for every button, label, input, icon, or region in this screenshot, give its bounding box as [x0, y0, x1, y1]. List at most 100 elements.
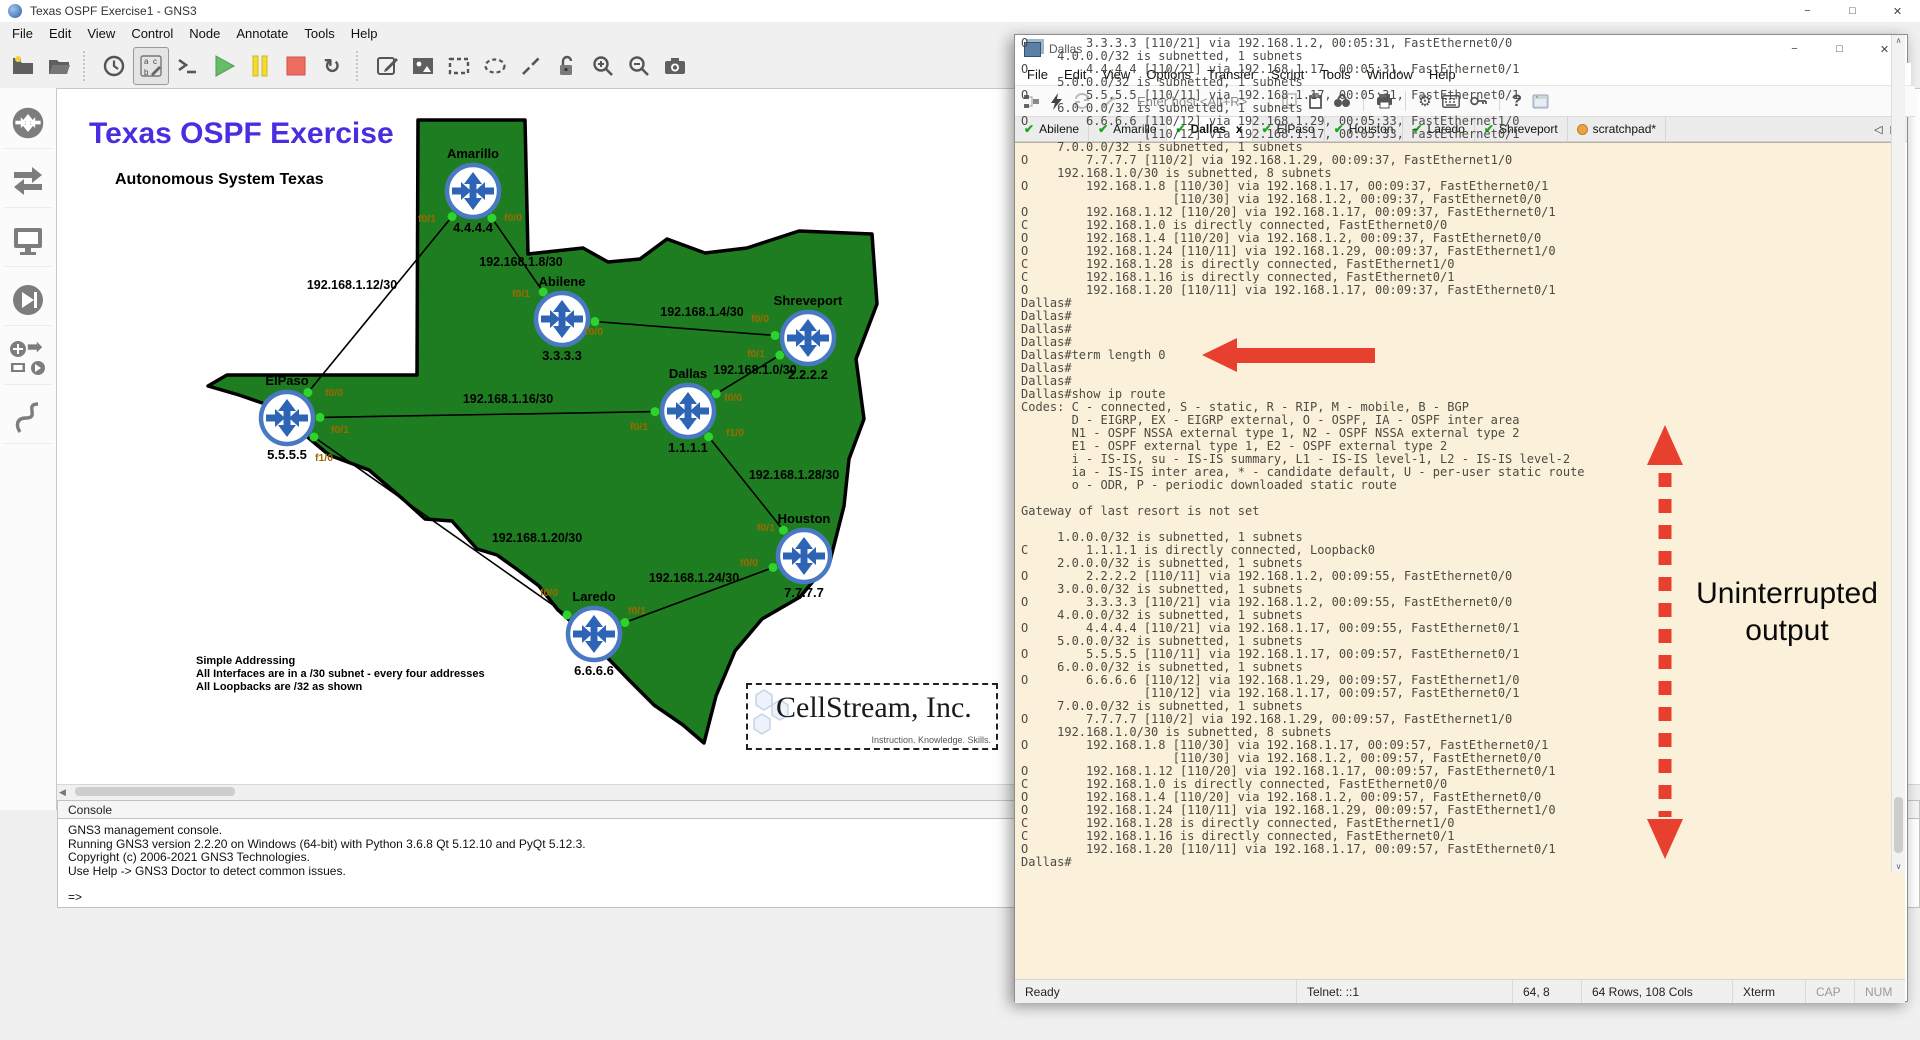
minimize-button[interactable]: − [1785, 0, 1830, 22]
canvas-title: Texas OSPF Exercise [89, 117, 394, 151]
router-gray-icon [10, 105, 46, 141]
router-shreveport[interactable] [782, 312, 834, 364]
zoom-out-button[interactable] [622, 48, 656, 84]
console-to-all-button[interactable] [171, 48, 205, 84]
router-loopback: 2.2.2.2 [788, 367, 828, 382]
interface-label: f0/0 [751, 313, 769, 325]
all-devices-icon [8, 339, 48, 379]
link-status-dot [303, 388, 312, 397]
browse-routers-button[interactable] [4, 98, 52, 149]
status-cursor-position: 64, 8 [1512, 980, 1581, 1003]
add-note-button[interactable] [370, 48, 404, 84]
suspend-all-button[interactable] [243, 48, 277, 84]
interface-label: f0/0 [540, 587, 558, 599]
minimize-button[interactable]: − [1772, 35, 1817, 63]
draw-line-button[interactable] [514, 48, 548, 84]
terminal-screen[interactable]: O 3.3.3.3 [110/21] via 192.168.1.2, 00:0… [1015, 142, 1905, 979]
browse-end-devices-button[interactable] [4, 216, 52, 267]
browse-switches-button[interactable] [4, 157, 52, 208]
gns3-menu-item[interactable]: Edit [41, 24, 79, 43]
router-dallas[interactable] [662, 385, 714, 437]
router-abilene[interactable] [536, 293, 588, 345]
snapshots-button[interactable] [97, 48, 131, 84]
gns3-menu-item[interactable]: File [4, 24, 41, 43]
link-status-dot [779, 526, 788, 535]
interface-label: f0/1 [757, 522, 775, 534]
link-status-dot [769, 563, 778, 572]
router-loopback: 4.4.4.4 [453, 220, 494, 235]
screenshot-button[interactable] [658, 48, 692, 84]
gns3-window-controls: − □ ✕ [1785, 0, 1920, 22]
terminal-statusbar: Ready Telnet: ::1 64, 8 64 Rows, 108 Col… [1015, 979, 1905, 1003]
interface-label: f0/0 [325, 387, 343, 399]
interface-label: f1/0 [726, 427, 744, 439]
tab-prev-icon[interactable]: ◁ [1874, 123, 1882, 136]
gns3-menu-item[interactable]: Help [343, 24, 386, 43]
gns3-menu-item[interactable]: Node [181, 24, 228, 43]
reload-all-button[interactable]: ↻ [315, 48, 349, 84]
scroll-down-icon[interactable]: ∨ [1892, 862, 1905, 871]
scroll-left-icon[interactable]: ◀ [59, 785, 66, 799]
clock-icon [102, 54, 126, 78]
router-amarillo[interactable] [447, 165, 499, 217]
logo-tagline: Instruction. Knowledge. Skills. [871, 735, 991, 745]
cellstream-logo[interactable]: CellStream, Inc. Instruction. Knowledge.… [746, 683, 998, 750]
router-laredo[interactable] [568, 608, 620, 660]
gns3-titlebar: Texas OSPF Exercise1 - GNS3 − □ ✕ [0, 0, 1920, 23]
link-status-dot [620, 618, 629, 627]
scrollbar-thumb[interactable] [75, 787, 235, 796]
interface-label: f0/0 [740, 557, 758, 569]
interface-label: f0/1 [630, 421, 648, 433]
toolbar-separator [356, 51, 363, 81]
scrollbar-thumb[interactable] [1894, 797, 1903, 853]
open-recent-project-button[interactable] [6, 48, 40, 84]
link-subnet-label: 192.168.1.28/30 [749, 468, 839, 482]
router-hostname: Dallas [669, 366, 707, 381]
maximize-button[interactable]: □ [1817, 35, 1862, 63]
add-link-button[interactable] [4, 393, 52, 444]
close-button[interactable]: ✕ [1875, 0, 1920, 22]
link-subnet-label: 192.168.1.24/30 [649, 571, 739, 585]
toolbar-separator [83, 51, 90, 81]
router-elpaso[interactable] [261, 392, 313, 444]
zoom-in-button[interactable] [586, 48, 620, 84]
svg-text:c: c [153, 57, 157, 66]
browse-security-devices-button[interactable] [4, 275, 52, 326]
gns3-menu-item[interactable]: Annotate [228, 24, 296, 43]
draw-rectangle-button[interactable] [442, 48, 476, 84]
stop-icon [284, 54, 308, 78]
link-status-dot [651, 407, 660, 416]
maximize-button[interactable]: □ [1830, 0, 1875, 22]
lock-unlock-button[interactable] [550, 48, 584, 84]
gns3-menu-item[interactable]: View [79, 24, 123, 43]
interface-label: f0/1 [747, 348, 765, 360]
zoom-out-icon [627, 54, 651, 78]
status-ready: Ready [1015, 980, 1296, 1003]
abc-labels-icon: acb [138, 53, 164, 79]
link-status-dot [590, 317, 599, 326]
gns3-menu-item[interactable]: Control [123, 24, 181, 43]
draw-ellipse-button[interactable] [478, 48, 512, 84]
gns3-device-sidebar [0, 88, 57, 810]
router-loopback: 5.5.5.5 [267, 447, 307, 462]
interface-label: f0/0 [585, 326, 603, 338]
router-houston[interactable] [778, 530, 830, 582]
interface-label: f1/0 [315, 452, 333, 464]
terminal-scrollbar[interactable]: ∧ ∨ [1891, 142, 1905, 872]
browse-all-devices-button[interactable] [4, 334, 52, 385]
play-icon [211, 53, 237, 79]
open-project-button[interactable] [42, 48, 76, 84]
console-title: Console [68, 803, 112, 817]
status-caps-lock: CAP [1805, 980, 1854, 1003]
link-subnet-label: 192.168.1.0/30 [713, 363, 796, 377]
link-status-dot [775, 351, 784, 360]
unlocked-padlock-icon [555, 54, 579, 78]
show-interface-labels-button[interactable]: acb [133, 47, 169, 85]
pause-icon [248, 54, 272, 78]
start-all-button[interactable] [207, 48, 241, 84]
stop-all-button[interactable] [279, 48, 313, 84]
link-subnet-label: 192.168.1.12/30 [307, 278, 397, 292]
gns3-menu-item[interactable]: Tools [296, 24, 342, 43]
terminal-output[interactable]: O 3.3.3.3 [110/21] via 192.168.1.2, 00:0… [1021, 142, 1585, 869]
insert-image-button[interactable] [406, 48, 440, 84]
